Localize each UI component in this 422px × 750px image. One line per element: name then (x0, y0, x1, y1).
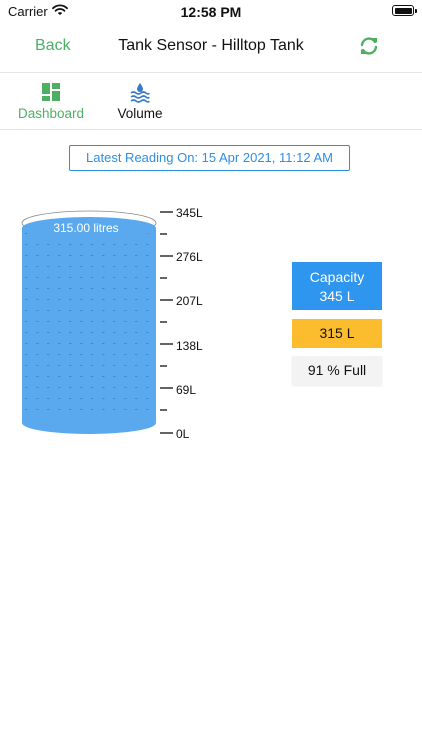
battery-icon (392, 5, 417, 16)
water-level-icon (129, 81, 151, 103)
tank-level-label: 315.00 litres (53, 221, 118, 235)
capacity-title: Capacity (309, 269, 365, 285)
status-bar: Carrier 12:58 PM (0, 0, 422, 22)
scale-label-138: 138L (176, 339, 203, 353)
tab-bar: Dashboard Volume (0, 73, 422, 130)
tab-volume[interactable]: Volume (112, 81, 168, 121)
status-time: 12:58 PM (180, 4, 242, 20)
tank-bottom (22, 412, 156, 434)
tab-volume-label: Volume (117, 106, 163, 121)
tank-scale (160, 211, 173, 434)
tank-graphic: 315.00 litres (21, 210, 173, 434)
dashboard-icon (40, 81, 62, 103)
tab-dashboard[interactable]: Dashboard (14, 81, 88, 121)
capacity-badge: Capacity 345 L (292, 262, 382, 310)
scale-label-207: 207L (176, 294, 203, 308)
current-volume-badge: 315 L (292, 319, 382, 348)
navigation-bar: Back Tank Sensor - Hilltop Tank (0, 22, 422, 73)
latest-reading-box: Latest Reading On: 15 Apr 2021, 11:12 AM (69, 145, 350, 171)
capacity-value: 345 L (319, 288, 355, 304)
tab-dashboard-label: Dashboard (17, 106, 85, 121)
scale-label-345: 345L (176, 206, 203, 220)
scale-label-0: 0L (176, 427, 190, 441)
refresh-icon[interactable] (358, 35, 380, 62)
scale-label-276: 276L (176, 250, 203, 264)
percent-full-badge: 91 % Full (292, 356, 382, 385)
scale-label-69: 69L (176, 383, 197, 397)
